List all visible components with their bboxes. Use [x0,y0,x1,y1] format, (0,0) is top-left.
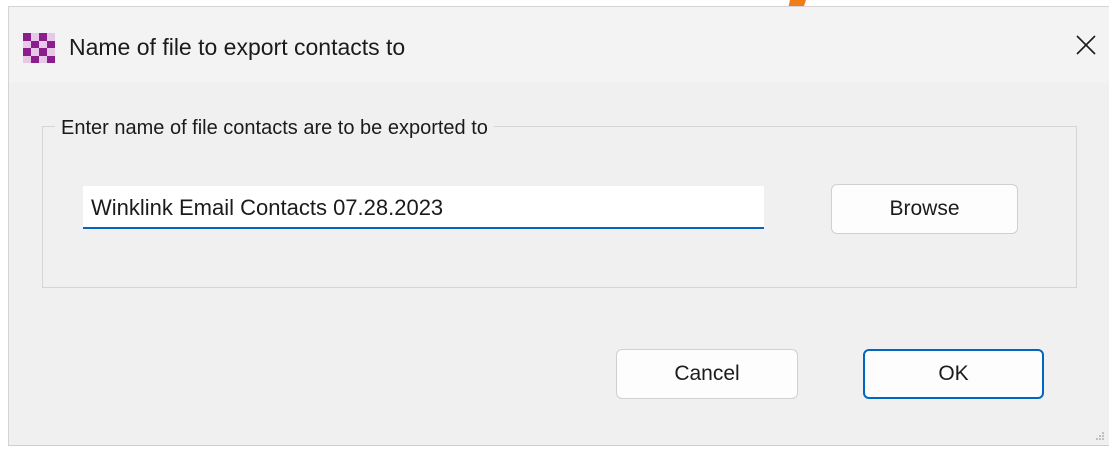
filename-input[interactable] [83,186,764,229]
ok-button[interactable]: OK [863,349,1044,399]
browse-button[interactable]: Browse [831,184,1018,234]
dialog-title: Name of file to export contacts to [69,34,406,60]
close-button[interactable] [1063,25,1109,65]
export-contacts-dialog: Name of file to export contacts to Enter… [8,6,1109,446]
resize-grip-icon[interactable] [1095,431,1105,441]
group-label: Enter name of file contacts are to be ex… [55,117,494,140]
screen: Name of file to export contacts to Enter… [0,0,1109,449]
cancel-button[interactable]: Cancel [616,349,798,399]
title-bar[interactable]: Name of file to export contacts to [9,7,1109,83]
checkered-app-icon [23,33,55,63]
close-icon [1076,35,1096,55]
